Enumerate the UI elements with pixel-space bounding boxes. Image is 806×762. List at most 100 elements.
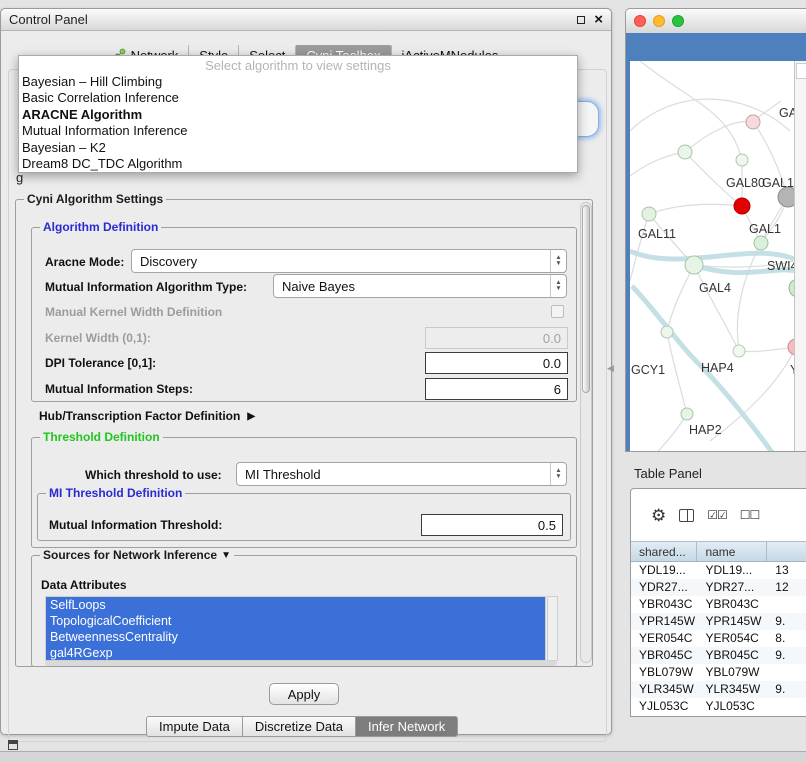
attribute-list-item[interactable]: TopologicalCoefficient bbox=[46, 613, 545, 629]
data-attributes-label: Data Attributes bbox=[41, 578, 127, 592]
mi-steps-value: 6 bbox=[554, 382, 561, 397]
table-row[interactable]: YBR043CYBR043C bbox=[631, 596, 806, 613]
network-node[interactable] bbox=[736, 154, 748, 166]
network-node[interactable] bbox=[642, 207, 656, 221]
tab-impute-data[interactable]: Impute Data bbox=[146, 716, 243, 737]
table-cell: YDL19... bbox=[631, 562, 697, 579]
network-node[interactable] bbox=[778, 187, 794, 207]
table-body: YDL19...YDL19...13YDR27...YDR27...12YBR0… bbox=[631, 562, 806, 716]
apply-button[interactable]: Apply bbox=[269, 683, 339, 705]
network-edge[interactable] bbox=[640, 61, 742, 160]
column-header[interactable] bbox=[767, 542, 806, 561]
select-all-columns-icon[interactable]: ☑☑ bbox=[707, 508, 727, 522]
table-cell bbox=[767, 596, 806, 613]
network-edge[interactable] bbox=[630, 214, 649, 281]
zoom-traffic-light-icon[interactable] bbox=[672, 15, 684, 27]
network-vertical-scrollbar[interactable] bbox=[794, 61, 806, 452]
table-row[interactable]: YBL079WYBL079W bbox=[631, 664, 806, 681]
restore-panel-icon[interactable] bbox=[8, 740, 18, 750]
deselect-all-columns-icon[interactable]: ☐☐ bbox=[740, 508, 760, 522]
close-icon[interactable]: × bbox=[594, 12, 603, 27]
columns-icon[interactable] bbox=[679, 509, 694, 522]
mi-type-select[interactable]: Naive Bayes ▲▼ bbox=[273, 274, 567, 298]
network-node[interactable] bbox=[685, 256, 703, 274]
apply-button-label: Apply bbox=[288, 687, 321, 702]
attribute-list-item[interactable]: gal4RGexp bbox=[46, 645, 545, 661]
which-threshold-select[interactable]: MI Threshold ▲▼ bbox=[236, 462, 567, 486]
stepper-icon: ▲▼ bbox=[550, 463, 566, 485]
which-threshold-value: MI Threshold bbox=[237, 467, 321, 482]
network-node[interactable] bbox=[733, 345, 745, 357]
table-row[interactable]: YJL053CYJL053C bbox=[631, 698, 806, 715]
algorithm-option[interactable]: ARACNE Algorithm bbox=[19, 107, 577, 123]
scrollbar-thumb[interactable] bbox=[582, 205, 590, 393]
minimize-traffic-light-icon[interactable] bbox=[653, 15, 665, 27]
dpi-tolerance-field[interactable]: 0.0 bbox=[425, 352, 568, 374]
manual-kernel-checkbox[interactable] bbox=[551, 305, 564, 318]
tab-discretize-data[interactable]: Discretize Data bbox=[243, 716, 356, 737]
network-edge[interactable] bbox=[630, 99, 790, 131]
network-node[interactable] bbox=[754, 236, 768, 250]
settings-vertical-scrollbar[interactable] bbox=[580, 202, 592, 663]
network-edge[interactable] bbox=[635, 414, 687, 452]
network-node[interactable] bbox=[681, 408, 693, 420]
mi-threshold-field[interactable]: 0.5 bbox=[421, 514, 563, 536]
sources-expander[interactable]: Sources for Network Inference ▼ bbox=[40, 548, 234, 562]
aracne-mode-select[interactable]: Discovery ▲▼ bbox=[131, 249, 567, 273]
table-row[interactable]: YER054CYER054C8. bbox=[631, 630, 806, 647]
table-row[interactable]: YDL19...YDL19...13 bbox=[631, 562, 806, 579]
network-edge[interactable] bbox=[667, 265, 694, 332]
table-row[interactable]: YBR045CYBR045C9. bbox=[631, 647, 806, 664]
attributes-list-scrollbar[interactable] bbox=[547, 596, 558, 661]
network-edge[interactable] bbox=[649, 204, 742, 214]
table-row[interactable]: YDR27...YDR27...12 bbox=[631, 579, 806, 596]
column-header[interactable]: shared... bbox=[631, 542, 697, 561]
sources-title: Sources for Network Inference bbox=[43, 548, 217, 562]
close-traffic-light-icon[interactable] bbox=[634, 15, 646, 27]
screen: Control Panel × NetworkStyleSelectCyni T… bbox=[0, 0, 806, 762]
algorithm-option[interactable]: Dream8 DC_TDC Algorithm bbox=[19, 156, 577, 172]
attribute-list-item[interactable]: SelfLoops bbox=[46, 597, 545, 613]
tab-infer-network[interactable]: Infer Network bbox=[356, 716, 458, 737]
network-edge[interactable] bbox=[685, 122, 753, 152]
network-node[interactable] bbox=[734, 198, 750, 214]
dpi-tolerance-value: 0.0 bbox=[543, 356, 561, 371]
column-header[interactable]: name bbox=[697, 542, 767, 561]
table-header-row[interactable]: shared...name bbox=[631, 541, 806, 562]
which-threshold-label: Which threshold to use: bbox=[85, 468, 222, 482]
kernel-width-field[interactable]: 0.0 bbox=[425, 327, 568, 349]
network-view-window: GAL8GAL80GAL10GAL11GAL1SWI4GAL4GCY1HAP4Y… bbox=[625, 8, 806, 452]
network-window-titlebar[interactable] bbox=[626, 9, 806, 34]
network-node[interactable] bbox=[746, 115, 760, 129]
algorithm-option[interactable]: Bayesian – K2 bbox=[19, 140, 577, 156]
table-toolbar: ⚙ ☑☑ ☐☐ bbox=[631, 489, 806, 541]
table-cell: 12 bbox=[767, 579, 806, 596]
table-cell: 13 bbox=[767, 562, 806, 579]
network-edge[interactable] bbox=[694, 265, 739, 351]
table-row[interactable]: YLR345WYLR345W9. bbox=[631, 681, 806, 698]
panel-divider-handle[interactable]: ◀ bbox=[607, 363, 614, 374]
table-cell: 9. bbox=[767, 681, 806, 698]
hub-definition-expander[interactable]: Hub/Transcription Factor Definition ▶ bbox=[39, 409, 255, 423]
attributes-list-hscrollbar[interactable] bbox=[45, 661, 557, 666]
network-graph[interactable]: GAL8GAL80GAL10GAL11GAL1SWI4GAL4GCY1HAP4Y… bbox=[630, 61, 794, 452]
network-canvas[interactable]: GAL8GAL80GAL10GAL11GAL1SWI4GAL4GCY1HAP4Y… bbox=[630, 61, 794, 452]
control-panel-titlebar[interactable]: Control Panel × bbox=[1, 9, 611, 31]
network-node[interactable] bbox=[661, 326, 673, 338]
table-row[interactable]: YPR145WYPR145W9. bbox=[631, 613, 806, 630]
mi-steps-field[interactable]: 6 bbox=[425, 378, 568, 400]
node-label: SWI4 bbox=[767, 259, 794, 273]
algorithm-option[interactable]: Bayesian – Hill Climbing bbox=[19, 74, 577, 90]
attribute-list-item[interactable]: BetweennessCentrality bbox=[46, 629, 545, 645]
float-window-icon[interactable] bbox=[577, 16, 585, 24]
network-node[interactable] bbox=[678, 145, 692, 159]
network-edge[interactable] bbox=[739, 347, 794, 352]
table-cell: YBR045C bbox=[697, 647, 767, 664]
algorithm-option[interactable]: Basic Correlation Inference bbox=[19, 90, 577, 106]
network-edge[interactable] bbox=[630, 152, 685, 176]
status-strip bbox=[0, 751, 806, 762]
gear-icon[interactable]: ⚙ bbox=[651, 507, 666, 524]
data-attributes-list[interactable]: SelfLoopsTopologicalCoefficientBetweenne… bbox=[45, 596, 546, 661]
algorithm-option[interactable]: Mutual Information Inference bbox=[19, 123, 577, 139]
network-edge-highlighted[interactable] bbox=[630, 251, 794, 259]
